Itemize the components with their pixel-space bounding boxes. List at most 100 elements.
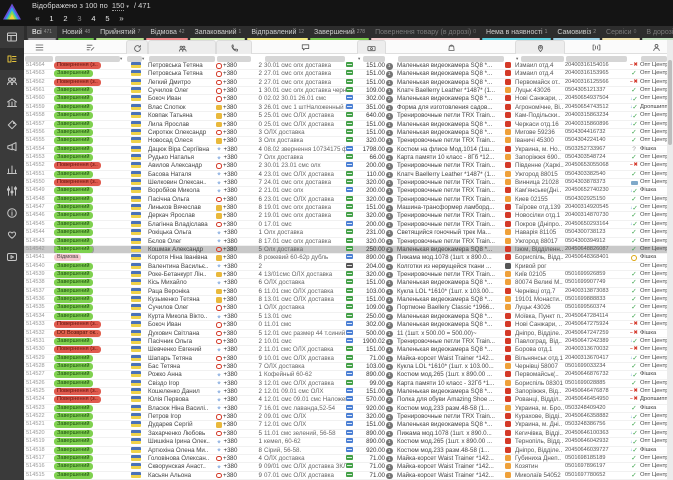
status-cell[interactable]: Відмова xyxy=(54,254,126,262)
phone-cell[interactable]: +380 xyxy=(216,121,252,129)
pagination-page-5[interactable]: 5 xyxy=(102,13,113,24)
phone-cell[interactable]: * +380 xyxy=(216,238,252,246)
phone-cell[interactable]: +380 xyxy=(216,212,252,220)
ttn-number[interactable]: 20450646876732 xyxy=(565,371,628,379)
table-row[interactable]: 514559 Завершений Влас Слотюк +380 3 26.01 см… xyxy=(24,103,673,113)
column-header-carrier[interactable] xyxy=(505,40,515,53)
phone-cell[interactable]: +380 xyxy=(216,321,252,329)
status-cell[interactable]: Завершений xyxy=(54,379,126,388)
table-row[interactable]: 514557 Завершений Лила Ярослав +380 0 25.01 с… xyxy=(24,120,673,129)
ttn-number[interactable]: 20450648826087 xyxy=(565,246,628,254)
status-cell[interactable]: Завершений xyxy=(54,262,126,271)
table-row[interactable]: 514534 Завершений Курта Микола Вікто.. * +38… xyxy=(24,312,673,322)
column-header-refresh[interactable] xyxy=(126,40,148,54)
sidebar-item-loyalty[interactable] xyxy=(0,224,24,246)
ttn-number[interactable]: 20450648368401 xyxy=(565,254,628,262)
phone-cell[interactable]: +380 xyxy=(216,62,252,70)
table-row[interactable]: 514548 Завершений Пасічна Ольга +380 6 23.01 … xyxy=(24,195,673,205)
filter-input[interactable] xyxy=(566,55,627,62)
table-row[interactable]: 514561 Завершений Сучилов Олег +380 1 30.01 с… xyxy=(24,87,673,96)
table-row[interactable]: 514543 Завершений Бєлов Олег * +380 8 17.01 см… xyxy=(24,237,673,246)
table-row[interactable]: 514538 Завершений Кісь Михайло * +380 6 ОЛХ до… xyxy=(24,279,673,288)
status-cell[interactable]: Повернення (з.. xyxy=(54,388,126,396)
table-row[interactable]: 514545 Завершений Благінна Владіслава +380 0… xyxy=(24,220,673,230)
phone-cell[interactable]: * +380 xyxy=(216,463,252,471)
ttn-number[interactable]: 20400314920545 xyxy=(565,204,628,212)
phone-cell[interactable]: * +380 xyxy=(216,146,252,154)
phone-cell[interactable]: +380 xyxy=(216,196,252,204)
column-header-product[interactable] xyxy=(397,40,505,53)
ttn-number[interactable]: 20450646039727 xyxy=(565,447,628,455)
status-cell[interactable]: Завершений xyxy=(54,463,126,471)
column-header-comment[interactable] xyxy=(264,40,346,53)
ttn-number[interactable]: 0504304416732 xyxy=(565,129,628,137)
phone-cell[interactable]: +380 xyxy=(216,296,252,304)
phone-cell[interactable]: +380 xyxy=(216,95,252,103)
phone-cell[interactable]: +380 xyxy=(216,304,252,312)
status-cell[interactable]: DO Возврат ок.. xyxy=(54,329,126,338)
ttn-number[interactable]: 20450647284114 xyxy=(565,313,628,321)
ttn-number[interactable]: 20450646454950 xyxy=(565,396,628,404)
status-cell[interactable]: Завершений xyxy=(54,270,126,279)
status-cell[interactable]: Завершений xyxy=(54,229,126,237)
scrollbar-thumb[interactable] xyxy=(668,60,672,145)
filter-input[interactable] xyxy=(25,55,53,62)
phone-cell[interactable]: +380 xyxy=(216,254,252,262)
ttn-number[interactable]: 0501699028885 xyxy=(565,380,628,388)
phone-cell[interactable]: +380 xyxy=(216,221,252,229)
table-row[interactable]: 514551 Завершений Басова Наталя * +380 4 23.01… xyxy=(24,170,673,180)
status-cell[interactable]: Повернення (з.. xyxy=(54,78,126,87)
table-row[interactable]: 514552 Повернення (з.. Авилов Александр +38… xyxy=(24,162,673,171)
status-cell[interactable]: Завершений xyxy=(54,212,126,220)
table-row[interactable]: 514519 Завершений Шишкіна Ірина Олек.. * +38… xyxy=(24,438,673,447)
phone-cell[interactable]: +380 xyxy=(216,104,252,112)
ttn-number[interactable]: 0501697896197 xyxy=(565,463,628,471)
ttn-number[interactable] xyxy=(565,263,628,271)
phone-cell[interactable]: * +380 xyxy=(216,154,252,162)
pagination-page-3[interactable]: 3 xyxy=(74,13,85,24)
ttn-number[interactable]: 20450646100363 xyxy=(565,430,628,438)
ttn-number[interactable]: 0501698185189 xyxy=(565,455,628,463)
ttn-number[interactable]: 20400313873083 xyxy=(565,288,628,296)
phone-cell[interactable]: +380 xyxy=(216,79,252,87)
table-row[interactable]: 514555 Завершений Новосад Олеся +380 3 Олх до… xyxy=(24,137,673,146)
ttn-number[interactable]: 20450646042932 xyxy=(565,438,628,446)
table-row[interactable]: 514516 Завершений Скворунская Анаст.. * +380… xyxy=(24,463,673,472)
pagination-page-4[interactable]: 4 xyxy=(88,13,99,24)
sidebar-item-marketing[interactable] xyxy=(0,136,24,158)
phone-cell[interactable]: +380 xyxy=(216,355,252,363)
status-cell[interactable]: Завершений xyxy=(54,237,126,246)
status-cell[interactable]: Завершений xyxy=(54,454,126,463)
table-row[interactable]: 514550 Повернення (з.. Шелковин Олексан.. *… xyxy=(24,179,673,188)
status-cell[interactable]: Повернення (з.. xyxy=(54,396,126,404)
phone-cell[interactable]: * +380 xyxy=(216,279,252,287)
status-cell[interactable]: Завершений xyxy=(54,195,126,204)
table-row[interactable]: 514520 Завершений Захарченко Любовь +380 5 11… xyxy=(24,429,673,439)
table-row[interactable]: 514526 Завершений Свіздо Ігор * +380 3 12.01 с… xyxy=(24,379,673,389)
status-cell[interactable]: Завершений xyxy=(54,153,126,162)
table-row[interactable]: 514532 DO Возврат ок.. Духович Світлана +38… xyxy=(24,329,673,338)
phone-cell[interactable]: +380 xyxy=(216,271,252,279)
sidebar-item-dashboard[interactable] xyxy=(0,26,24,48)
ttn-number[interactable]: 20450646358882 xyxy=(565,413,628,421)
status-cell[interactable]: Завершений xyxy=(54,220,126,229)
table-row[interactable]: 514530 Повернення (з.. Шевченко Евгений * +3… xyxy=(24,346,673,355)
status-cell[interactable]: Завершений xyxy=(54,312,126,321)
ttn-number[interactable]: 20450647275924 xyxy=(565,321,628,329)
table-row[interactable]: 514564 Повернення (з.. Петровська Тетяна +3… xyxy=(24,62,673,71)
status-cell[interactable]: Повернення (з.. xyxy=(54,346,126,354)
table-row[interactable]: 514515 Завершений Касьян Альона +380 9 07.01 … xyxy=(24,471,673,480)
sidebar-item-orders[interactable] xyxy=(0,48,24,70)
phone-cell[interactable]: * +380 xyxy=(216,187,252,195)
status-cell[interactable]: Завершений xyxy=(54,279,126,287)
status-cell[interactable]: Завершений xyxy=(54,112,126,120)
status-cell[interactable]: Повернення (з.. xyxy=(54,162,126,170)
status-cell[interactable]: Завершений xyxy=(54,87,126,95)
sidebar-item-company[interactable] xyxy=(0,92,24,114)
column-header-delivery-status[interactable] xyxy=(628,40,640,53)
tab-Самовивіз[interactable]: Самовивіз 2 xyxy=(552,26,601,40)
status-cell[interactable]: Завершений xyxy=(54,413,126,421)
ttn-number[interactable]: 0503248386756 xyxy=(565,421,628,429)
phone-cell[interactable]: +380 xyxy=(216,455,252,463)
phone-cell[interactable]: +380 xyxy=(216,204,252,212)
